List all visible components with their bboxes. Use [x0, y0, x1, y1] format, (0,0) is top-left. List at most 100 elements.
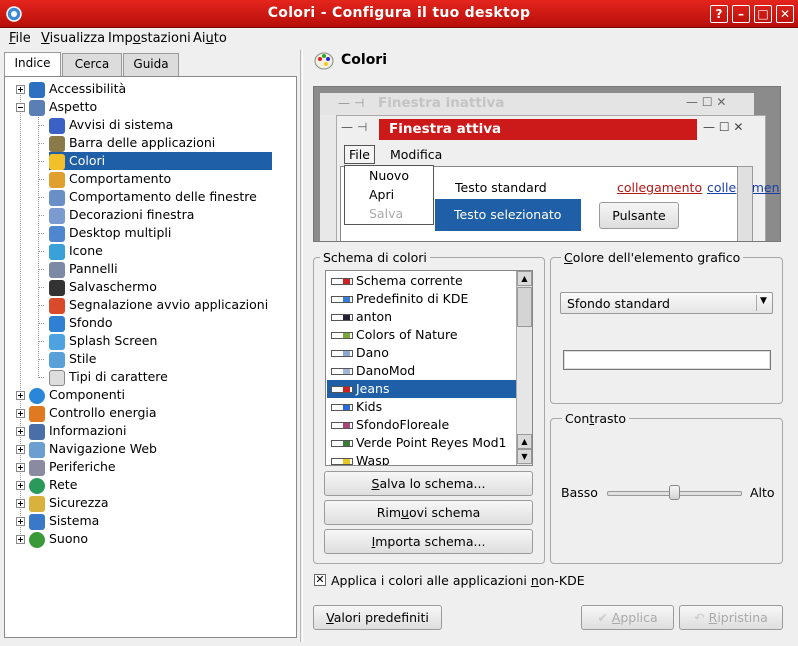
tree-item-comportamento[interactable]: Comportamento [49, 170, 171, 188]
tree-item-colori[interactable]: Colori [49, 152, 272, 170]
scroll-up-icon[interactable]: ▲ [517, 434, 532, 449]
menu-aiuto[interactable]: Aiuto [193, 31, 227, 46]
fonts-icon [49, 369, 65, 386]
information-icon [29, 423, 45, 440]
list-item[interactable]: SfondoFloreale [327, 416, 517, 434]
contrast-slider-handle[interactable] [669, 485, 680, 500]
web-browsing-icon [29, 441, 45, 458]
tab-cerca[interactable]: Cerca [62, 53, 122, 76]
inactive-window-buttons: — ☐ ✕ [686, 95, 727, 109]
close-button[interactable]: ✕ [776, 5, 794, 23]
color-button[interactable] [563, 350, 771, 370]
help-button[interactable]: ? [710, 5, 728, 23]
save-scheme-button[interactable]: Salva lo schema... [324, 471, 533, 496]
tree-item-periferiche[interactable]: Periferiche [29, 458, 116, 476]
tree-item-sistema[interactable]: Sistema [29, 512, 99, 530]
maximize-button[interactable]: □ [754, 5, 772, 23]
tree-item-salvaschermo[interactable]: Salvaschermo [49, 278, 157, 296]
background-icon [49, 315, 65, 332]
list-item[interactable]: Schema corrente [327, 272, 517, 290]
tree-item-sfondo[interactable]: Sfondo [49, 314, 112, 332]
contrast-low-label: Basso [561, 485, 598, 500]
apply-nonkde-label[interactable]: Applica i colori alle applicazioni non-K… [331, 573, 585, 588]
menu-impostazioni[interactable]: Impostazioni [108, 31, 191, 46]
tree-item-suono[interactable]: Suono [29, 530, 88, 548]
components-icon [29, 387, 45, 404]
window-title: Colori - Configura il tuo desktop [267, 5, 531, 21]
list-item[interactable]: anton [327, 308, 517, 326]
inactive-titlebar: — ⊣ Finestra inattiva — ☐ ✕ [320, 93, 754, 115]
defaults-button[interactable]: Valori predefiniti [313, 605, 442, 630]
schema-title: Schema di colori [320, 250, 430, 265]
tree-item-comp-finestre[interactable]: Comportamento delle finestre [49, 188, 257, 206]
tree-item-accessibilita[interactable]: Accessibilità [29, 80, 126, 98]
scheme-list-scrollbar[interactable]: ▲ ▲ ▼ [516, 271, 532, 465]
reset-button[interactable]: ↶ Ripristina [679, 605, 783, 630]
screensaver-icon [49, 279, 65, 296]
list-item[interactable]: DanoMod [327, 362, 517, 380]
tree-item-pannelli[interactable]: Pannelli [49, 260, 118, 278]
network-globe-icon [29, 477, 45, 494]
preview-menu-modifica: Modifica [390, 147, 443, 162]
title-bar[interactable]: Colori - Configura il tuo desktop ? – □ … [0, 0, 798, 28]
list-item[interactable]: Kids [327, 398, 517, 416]
inactive-title: Finestra inattiva [378, 95, 505, 111]
tree-item-componenti[interactable]: Componenti [29, 386, 125, 404]
apply-nonkde-checkbox[interactable]: ✕ [314, 574, 326, 586]
tree-item-tipi[interactable]: Tipi di carattere [49, 368, 168, 386]
appearance-icon [29, 99, 45, 116]
tab-indice[interactable]: Indice [4, 52, 61, 76]
window-behavior-icon [49, 189, 65, 206]
power-control-icon [29, 405, 45, 422]
preview-menu-file: File [344, 145, 375, 164]
widget-select[interactable]: Sfondo standard ▼ [560, 292, 773, 314]
scheme-list[interactable]: Schema corrente Predefinito di KDE anton… [325, 270, 533, 466]
tree-item-sicurezza[interactable]: Sicurezza [29, 494, 109, 512]
splash-screen-icon [49, 333, 65, 350]
accessibility-icon [29, 81, 45, 98]
list-item[interactable]: Wasp [327, 452, 517, 465]
import-scheme-button[interactable]: Importa schema... [324, 529, 533, 554]
list-item[interactable]: Colors of Nature [327, 326, 517, 344]
panel-splitter[interactable] [300, 50, 303, 642]
checkmark-icon: ✔ [597, 610, 612, 625]
preview-button: Pulsante [599, 202, 679, 229]
menu-visualizza[interactable]: Visualizza [41, 31, 105, 46]
list-item-selected[interactable]: Jeans [327, 380, 517, 398]
module-tree[interactable]: Accessibilità Aspetto Avvisi di sistema … [4, 76, 297, 638]
scroll-down-icon[interactable]: ▼ [517, 449, 532, 464]
tab-guida[interactable]: Guida [123, 53, 179, 76]
apply-button[interactable]: ✔ Applica [581, 605, 674, 630]
list-item[interactable]: Dano [327, 344, 517, 362]
tree-item-icone[interactable]: Icone [49, 242, 103, 260]
preview-popup-nuovo: Nuovo [369, 168, 409, 183]
tree-item-splash[interactable]: Splash Screen [49, 332, 157, 350]
preview-popup-apri: Apri [369, 187, 395, 202]
tree-item-stile[interactable]: Stile [49, 350, 96, 368]
tree-item-informazioni[interactable]: Informazioni [29, 422, 126, 440]
menu-file[interactable]: File [9, 31, 31, 46]
tree-item-aspetto[interactable]: Aspetto [29, 98, 97, 116]
tree-item-energia[interactable]: Controllo energia [29, 404, 157, 422]
active-window-buttons: — ☐ ✕ [703, 120, 744, 134]
tree-item-desktop[interactable]: Desktop multipli [49, 224, 171, 242]
list-item[interactable]: Verde Point Reyes Mod1 [327, 434, 517, 452]
active-window: — ⊣ Finestra attiva — ☐ ✕ File Modifica … [336, 115, 780, 241]
tree-item-segnalazione[interactable]: Segnalazione avvio applicazioni [49, 296, 268, 314]
tree-item-avvisi[interactable]: Avvisi di sistema [49, 116, 173, 134]
tree-item-barra[interactable]: Barra delle applicazioni [49, 134, 215, 152]
scroll-thumb[interactable] [517, 287, 532, 327]
tree-item-rete[interactable]: Rete [29, 476, 77, 494]
active-title: Finestra attiva [389, 121, 502, 137]
scroll-up-icon[interactable]: ▲ [517, 271, 532, 286]
tree-item-navigazione[interactable]: Navigazione Web [29, 440, 157, 458]
music-note-icon [49, 117, 65, 134]
remove-scheme-button[interactable]: Rimuovi schema [324, 500, 533, 525]
minimize-button[interactable]: – [732, 5, 750, 23]
list-item[interactable]: Predefinito di KDE [327, 290, 517, 308]
preview-popup-salva: Salva [369, 206, 404, 221]
panel-title: Colori [341, 52, 388, 68]
lock-icon [29, 495, 45, 512]
tree-item-decorazioni[interactable]: Decorazioni finestra [49, 206, 194, 224]
preview-scrollbar [737, 166, 753, 241]
